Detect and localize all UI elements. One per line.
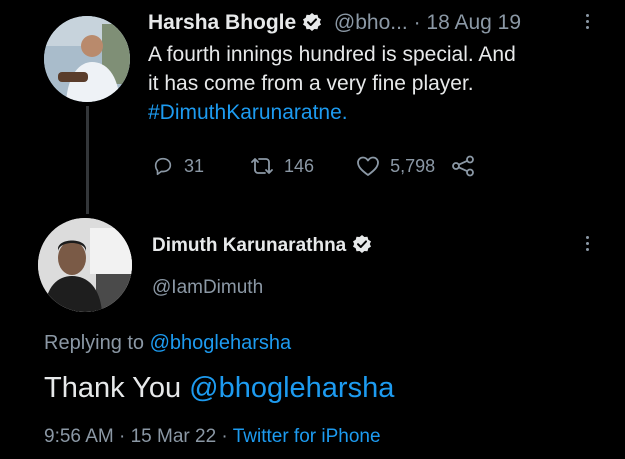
tweet-line: A fourth innings hundred is special. And: [148, 43, 516, 66]
hashtag-link[interactable]: #DimuthKarunaratne.: [148, 101, 348, 124]
reply-button[interactable]: 31: [152, 155, 204, 177]
avatar-photo: [38, 218, 132, 312]
like-count: 5,798: [390, 155, 436, 176]
reply-tweet-text: Thank You @bhogleharsha: [44, 370, 394, 406]
share-icon: [452, 155, 475, 177]
parent-date[interactable]: 18 Aug 19: [426, 11, 521, 34]
tweet-time[interactable]: 9:56 AM: [44, 426, 114, 447]
harsha-bhogle-avatar[interactable]: [44, 16, 130, 102]
verified-badge-icon: [302, 12, 322, 39]
replying-to-mention[interactable]: @bhogleharsha: [150, 332, 292, 354]
tweet-line: it has come from a very fine player.: [148, 72, 474, 95]
tweet-actions-bar: 31 146 5,798: [152, 152, 475, 180]
retweet-icon: [251, 158, 273, 174]
replying-to-line: Replying to @bhogleharsha: [44, 330, 291, 356]
separator: ·: [407, 11, 427, 34]
verified-badge-icon: [352, 234, 372, 261]
reply-author-name[interactable]: Dimuth Karunarathna: [152, 235, 346, 256]
reply-author-handle[interactable]: @IamDimuth: [152, 276, 263, 300]
tweet-timestamp-row: 9:56 AM · 15 Mar 22 · Twitter for iPhone: [44, 424, 381, 450]
replying-label: Replying to: [44, 332, 150, 354]
reply-count: 31: [184, 155, 205, 176]
parent-tweet-text: A fourth innings hundred is special. And…: [148, 40, 598, 127]
more-vertical-icon[interactable]: [584, 236, 590, 251]
separator: ·: [113, 426, 131, 447]
like-button[interactable]: 5,798: [356, 155, 435, 177]
separator: ·: [216, 426, 233, 447]
share-button[interactable]: [451, 155, 475, 177]
retweet-count: 146: [284, 155, 315, 176]
tweet-date[interactable]: 15 Mar 22: [131, 426, 217, 447]
parent-author-name[interactable]: Harsha Bhogle: [148, 11, 296, 34]
parent-handle[interactable]: @bho...: [334, 11, 408, 34]
dimuth-karunarathna-avatar[interactable]: [38, 218, 132, 312]
tweet-source-link[interactable]: Twitter for iPhone: [233, 426, 381, 447]
reply-author-row: Dimuth Karunarathna: [152, 234, 372, 261]
thread-connector-line: [86, 106, 89, 214]
avatar-photo: [44, 16, 130, 102]
reply-mention-link[interactable]: @bhogleharsha: [189, 372, 394, 404]
retweet-button[interactable]: 146: [250, 155, 314, 177]
heart-icon: [357, 156, 379, 176]
reply-icon: [154, 157, 172, 176]
parent-tweet-header: Harsha Bhogle @bho... · 18 Aug 19: [148, 10, 521, 39]
reply-body-text: Thank You: [44, 372, 190, 404]
more-vertical-icon[interactable]: [584, 14, 590, 29]
